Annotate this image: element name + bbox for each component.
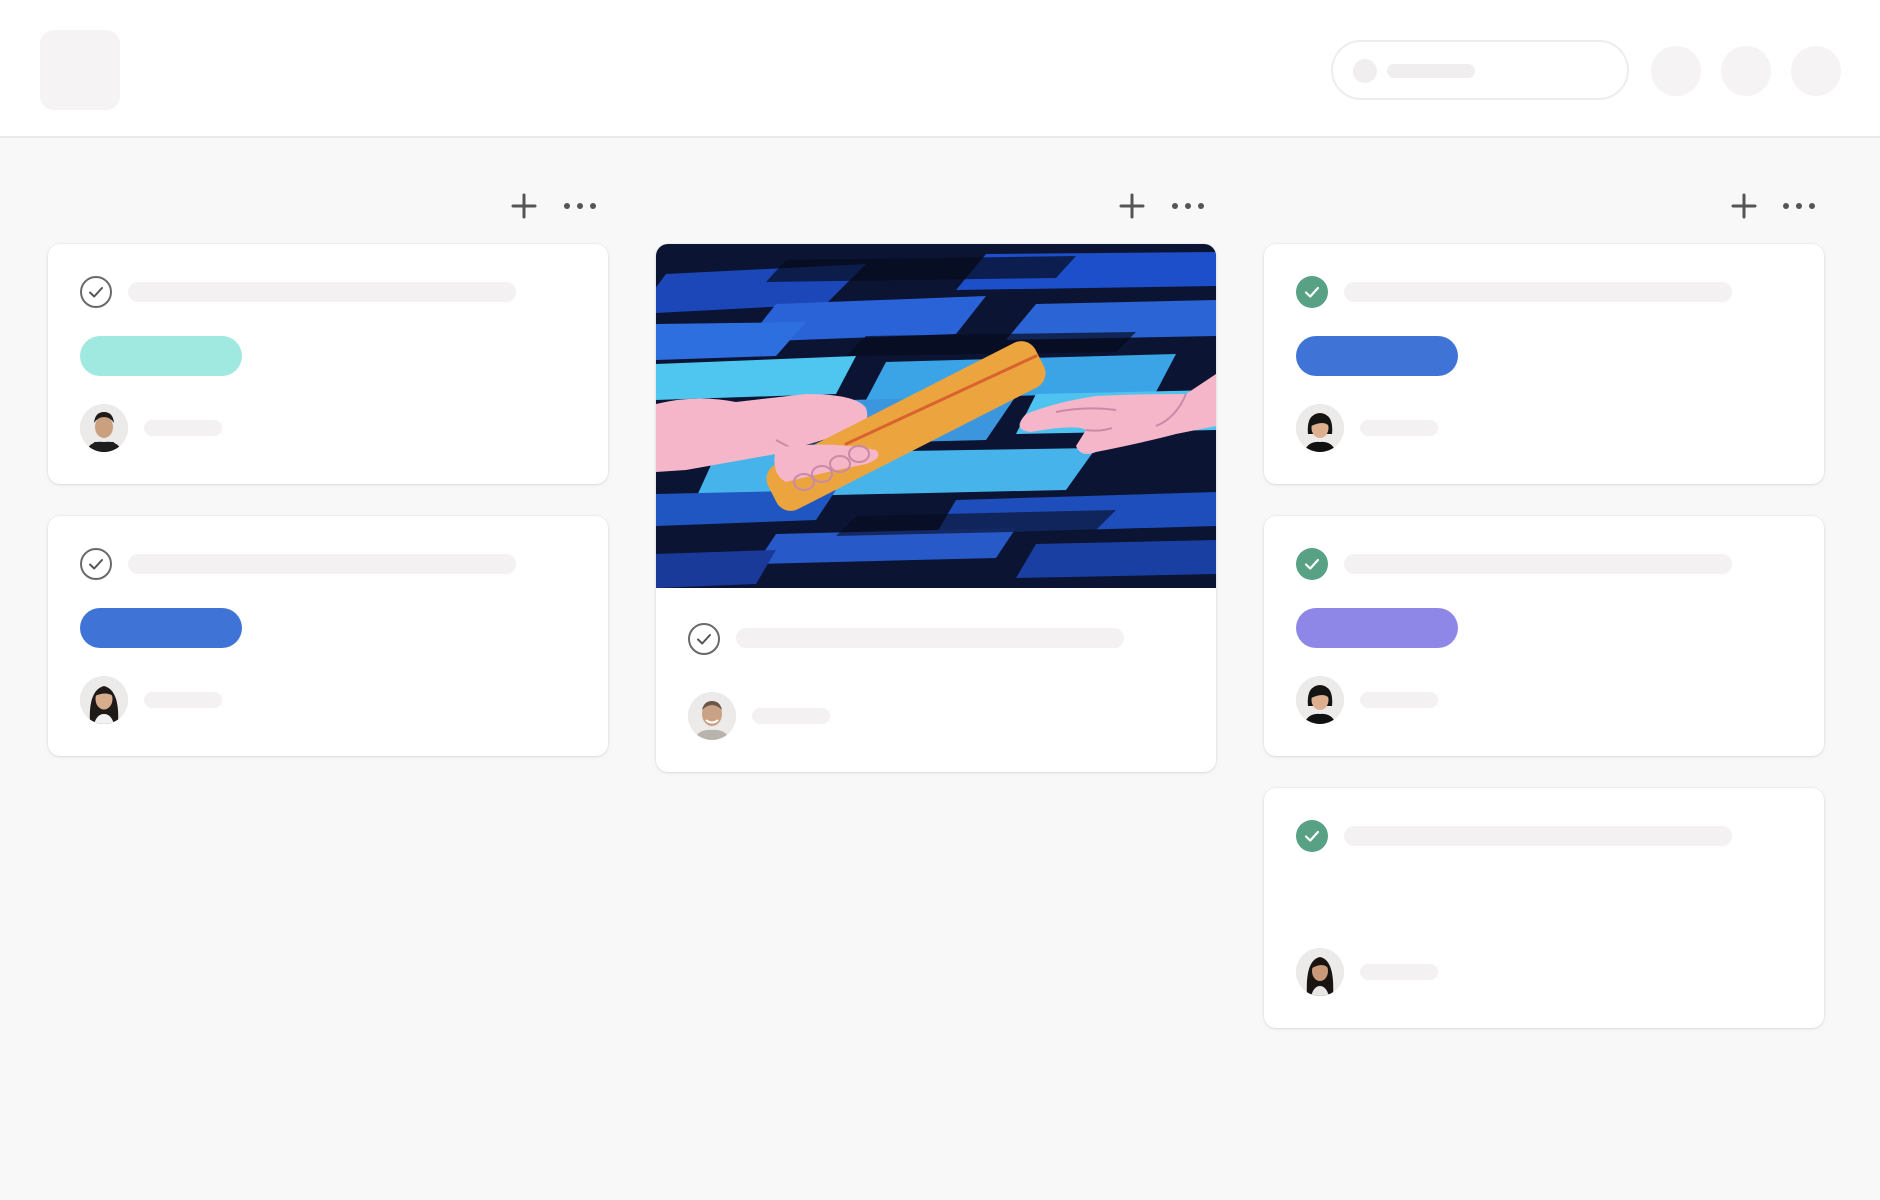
- avatar: [80, 676, 128, 724]
- more-options-icon[interactable]: [562, 188, 598, 224]
- task-title-placeholder: [1344, 554, 1732, 574]
- avatar: [1296, 676, 1344, 724]
- assignee-name-placeholder: [1360, 420, 1438, 436]
- tag-pill[interactable]: [80, 608, 242, 648]
- assignee-name-placeholder: [1360, 964, 1438, 980]
- assignee-name-placeholder: [1360, 692, 1438, 708]
- task-card[interactable]: [1264, 516, 1824, 756]
- task-title-placeholder: [736, 628, 1124, 648]
- avatar: [1296, 404, 1344, 452]
- add-task-icon[interactable]: [510, 188, 538, 224]
- check-circle-outline-icon[interactable]: [79, 547, 113, 581]
- assignee-name-placeholder: [144, 692, 222, 708]
- check-circle-filled-icon[interactable]: [1295, 275, 1329, 309]
- check-circle-filled-icon[interactable]: [1295, 547, 1329, 581]
- tag-pill[interactable]: [1296, 336, 1458, 376]
- check-circle-outline-icon[interactable]: [687, 622, 721, 656]
- task-title-placeholder: [1344, 826, 1732, 846]
- task-title-placeholder: [128, 282, 516, 302]
- check-circle-filled-icon[interactable]: [1295, 819, 1329, 853]
- tag-pill[interactable]: [80, 336, 242, 376]
- task-title-placeholder: [1344, 282, 1732, 302]
- search-input[interactable]: [1331, 40, 1629, 100]
- tag-pill[interactable]: [1296, 608, 1458, 648]
- assignee-name-placeholder: [144, 420, 222, 436]
- search-placeholder: [1387, 64, 1475, 78]
- avatar: [1296, 948, 1344, 996]
- task-title-placeholder: [128, 554, 516, 574]
- more-options-icon[interactable]: [1781, 188, 1817, 224]
- check-circle-outline-icon[interactable]: [79, 275, 113, 309]
- add-task-icon[interactable]: [1118, 188, 1146, 224]
- top-action-button-1[interactable]: [1651, 46, 1701, 96]
- task-card-with-cover[interactable]: [656, 244, 1216, 772]
- task-card[interactable]: [48, 244, 608, 484]
- search-icon: [1353, 59, 1377, 83]
- top-action-button-2[interactable]: [1721, 46, 1771, 96]
- logo-placeholder[interactable]: [40, 30, 120, 110]
- cover-image-relay-baton: [656, 244, 1216, 588]
- task-card[interactable]: [48, 516, 608, 756]
- more-options-icon[interactable]: [1170, 188, 1206, 224]
- assignee-name-placeholder: [752, 708, 830, 724]
- avatar: [688, 692, 736, 740]
- task-card[interactable]: [1264, 788, 1824, 1028]
- task-card[interactable]: [1264, 244, 1824, 484]
- avatar: [80, 404, 128, 452]
- top-bar: [0, 0, 1880, 138]
- profile-avatar-button[interactable]: [1791, 46, 1841, 96]
- add-task-icon[interactable]: [1730, 188, 1758, 224]
